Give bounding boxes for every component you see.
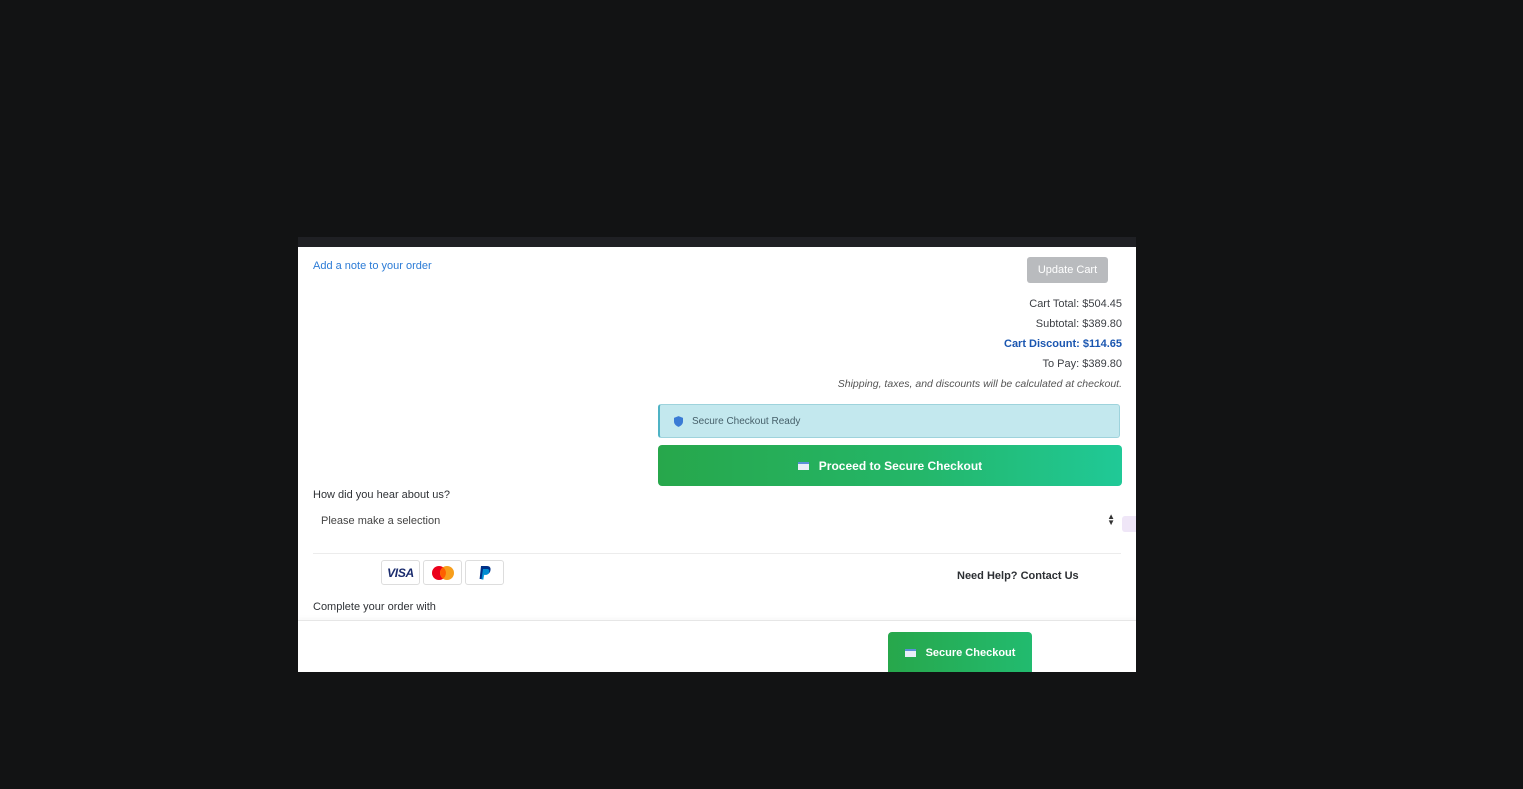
checkout-note: Shipping, taxes, and discounts will be c… [837, 378, 1122, 390]
sticky-checkout-label: Secure Checkout [925, 647, 1016, 659]
select-arrows-icon: ▲ ▼ [1107, 512, 1115, 527]
update-cart-button[interactable]: Update Cart [1027, 257, 1108, 283]
credit-card-icon [797, 461, 809, 470]
to-pay: To Pay: $389.80 [1042, 358, 1122, 370]
referral-select[interactable]: Please make a selection ▲ ▼ [313, 509, 1121, 533]
need-help-contact-link[interactable]: Need Help? Contact Us [957, 570, 1079, 582]
paypal-icon [465, 560, 504, 585]
complete-order-with-label: Complete your order with [313, 601, 436, 613]
cart-totals: Cart Total: $504.45 Subtotal: $389.80 Ca… [838, 297, 1122, 397]
add-note-link[interactable]: Add a note to your order [313, 260, 432, 272]
shield-icon [674, 415, 683, 427]
cart-frame: Add a note to your order Update Cart Car… [298, 237, 1136, 672]
cart-discount: Cart Discount: $114.65 [1004, 338, 1122, 350]
secure-ready-text: Secure Checkout Ready [692, 415, 801, 427]
mastercard-icon [423, 560, 462, 585]
frame-topbar [298, 237, 1136, 247]
visa-icon: VISA [381, 560, 420, 585]
sticky-checkout-bar: Secure Checkout [298, 620, 1136, 672]
divider [313, 553, 1121, 554]
secure-checkout-ready-banner: Secure Checkout Ready [658, 404, 1120, 438]
subtotal: Subtotal: $389.80 [1035, 318, 1122, 330]
proceed-label: Proceed to Secure Checkout [818, 458, 983, 473]
proceed-to-checkout-button[interactable]: Proceed to Secure Checkout [658, 445, 1122, 486]
sticky-secure-checkout-button[interactable]: Secure Checkout [888, 632, 1032, 672]
survey-label: How did you hear about us? [313, 489, 450, 501]
side-widget-tab[interactable] [1122, 516, 1136, 532]
cart-total: Cart Total: $504.45 [1029, 298, 1122, 310]
credit-card-icon [904, 649, 916, 657]
referral-select-value: Please make a selection [321, 515, 441, 527]
payment-icons: VISA [381, 560, 504, 585]
